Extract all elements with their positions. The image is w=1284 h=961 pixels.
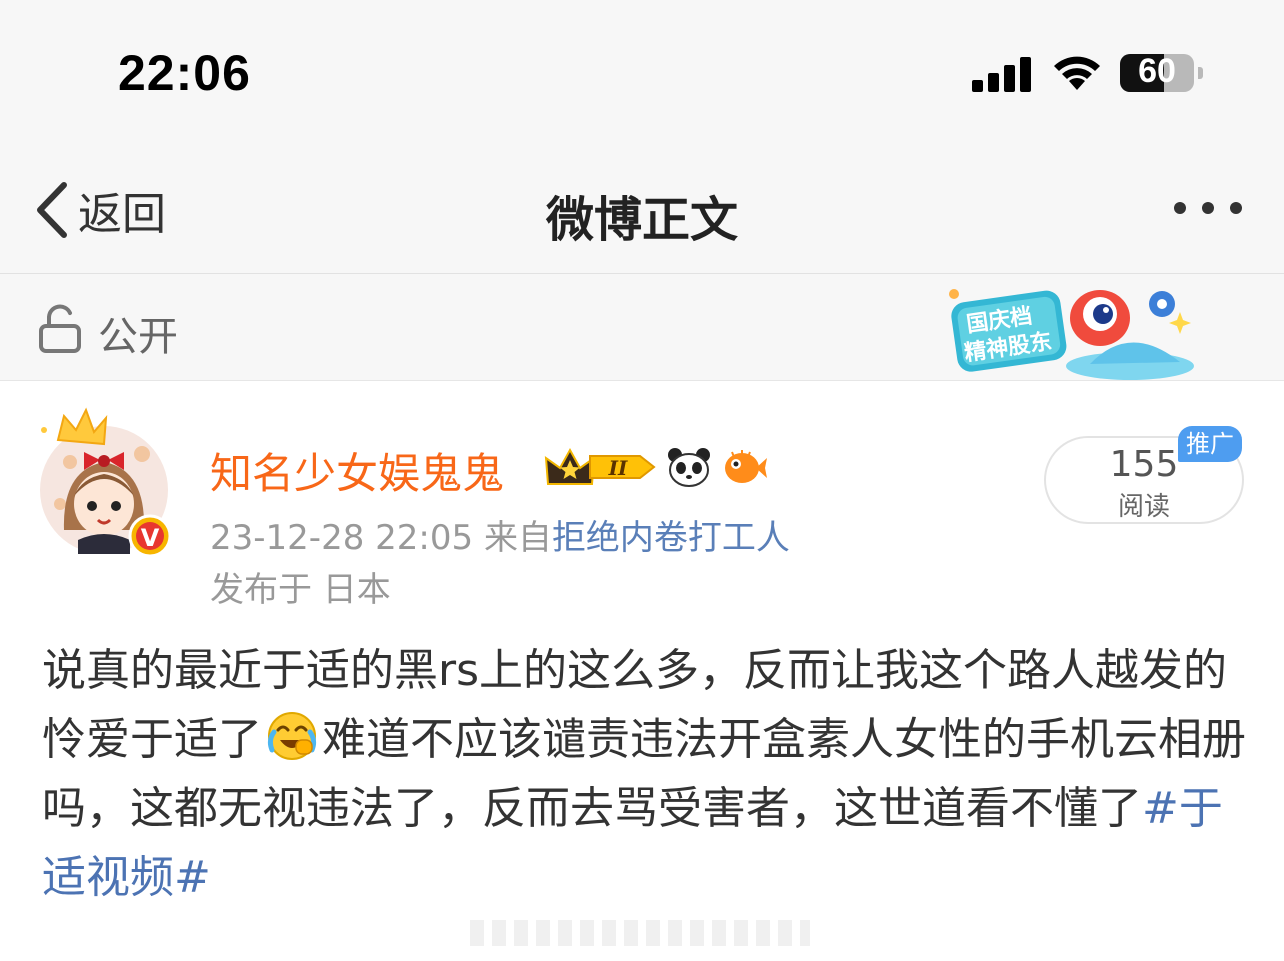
post-location: 发布于 日本 <box>210 570 391 610</box>
content-fade-strip <box>470 920 810 946</box>
member-level: II <box>608 456 628 480</box>
promo-badge[interactable]: 推广 <box>1178 426 1242 462</box>
author-name[interactable]: 知名少女娱鬼鬼 <box>210 440 504 501</box>
read-count-label: 阅读 <box>1117 492 1170 522</box>
national-day-banner[interactable]: 国庆档 精神股东 <box>940 282 1200 382</box>
battery-indicator: 60 <box>1120 52 1204 92</box>
visibility-label: 公开 <box>98 314 178 360</box>
pufferfish-icon[interactable] <box>722 446 768 488</box>
verified-v-icon: V <box>141 524 160 552</box>
status-bar: 22:06 60 <box>0 0 1284 150</box>
more-dots-icon[interactable] <box>1170 192 1250 224</box>
author-badges: II <box>544 444 768 490</box>
page-title: 微博正文 <box>545 192 738 248</box>
member-crown-icon[interactable]: II <box>544 446 656 488</box>
cellular-signal-icon <box>972 57 1031 92</box>
lock-open-icon <box>39 304 81 353</box>
battery-percent: 60 <box>1138 52 1176 90</box>
post-timestamp: 23-12-28 22:05 <box>210 518 474 558</box>
status-time: 22:06 <box>118 45 251 101</box>
avatar[interactable]: V <box>34 400 184 560</box>
battery-nub <box>1198 67 1203 79</box>
crying-laughing-emoji-icon <box>267 712 317 760</box>
panda-icon[interactable] <box>666 446 712 488</box>
wifi-icon <box>1054 56 1100 90</box>
nav-bar: 返回 微博正文 <box>0 150 1284 274</box>
post-meta: 23-12-28 22:05 来自拒绝内卷打工人 <box>210 510 790 559</box>
post-source-link[interactable]: 拒绝内卷打工人 <box>552 518 790 558</box>
source-prefix: 来自 <box>483 518 552 558</box>
post-content: 说真的最近于适的黑rs上的这么多，反而让我这个路人越发的怜爱于适了 难道不应该谴… <box>42 636 1252 912</box>
